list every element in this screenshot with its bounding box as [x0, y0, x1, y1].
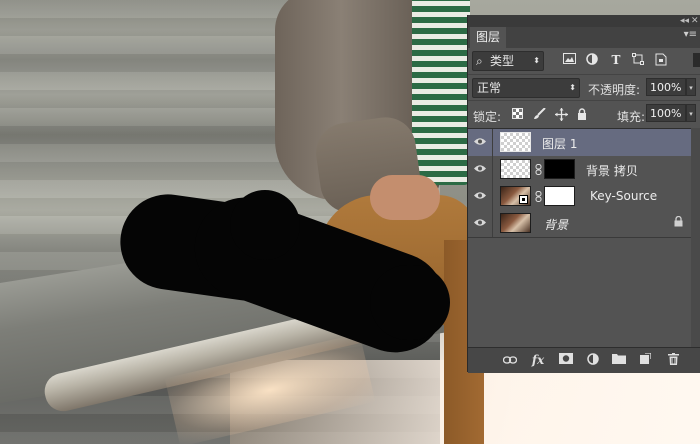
- lock-transparent-icon[interactable]: [510, 108, 524, 121]
- blend-mode-select[interactable]: 正常 ⬍: [472, 78, 580, 98]
- lock-position-icon[interactable]: [554, 108, 568, 121]
- layer-row[interactable]: Key-Source: [468, 183, 691, 211]
- layer-mask-thumbnail[interactable]: [544, 186, 575, 206]
- layers-panel: ◂◂ ✕ 图层 ▾≡ ⌕ 类型 ⬍ T 正常 ⬍ 不透明度: 100% ▾ 锁定…: [467, 15, 700, 373]
- opacity-input[interactable]: 100%: [646, 78, 686, 96]
- trash-icon[interactable]: [665, 353, 681, 367]
- shape-filter-icon[interactable]: [631, 53, 645, 67]
- opacity-dropdown-icon[interactable]: ▾: [686, 78, 696, 96]
- layer-divider: [492, 156, 493, 183]
- lock-icon: [674, 215, 683, 230]
- fill-input[interactable]: 100%: [646, 104, 686, 122]
- layer-name[interactable]: Key-Source: [590, 189, 657, 203]
- filter-kind-label: 类型: [490, 54, 515, 68]
- fill-label: 填充:: [617, 110, 646, 124]
- type-filter-icon[interactable]: T: [609, 53, 623, 67]
- layer-name[interactable]: 图层 1: [542, 135, 577, 152]
- layer-divider: [492, 210, 493, 237]
- filter-row: ⌕ 类型 ⬍ T: [468, 48, 700, 73]
- chevron-updown-icon: ⬍: [569, 83, 576, 92]
- chevron-updown-icon: ⬍: [533, 56, 540, 65]
- black-brush-stroke: [230, 190, 300, 260]
- layer-divider: [492, 183, 493, 210]
- person-hand: [370, 175, 440, 220]
- layer-divider: [492, 129, 493, 156]
- panel-title-bar[interactable]: [468, 15, 700, 27]
- image-filter-icon[interactable]: [562, 53, 576, 67]
- tab-layers[interactable]: 图层: [470, 27, 507, 48]
- visibility-eye-icon[interactable]: [474, 218, 486, 228]
- visibility-eye-icon[interactable]: [474, 164, 486, 174]
- layer-thumbnail[interactable]: [500, 132, 531, 152]
- add-mask-icon[interactable]: [558, 353, 574, 367]
- lock-image-icon[interactable]: [532, 107, 546, 121]
- smart-object-badge-icon: [519, 195, 528, 204]
- opacity-label: 不透明度:: [588, 83, 641, 97]
- layer-name[interactable]: 背景: [544, 216, 568, 233]
- adjustment-layer-icon[interactable]: [585, 353, 601, 367]
- layer-list: 图层 1 背景 拷贝 Key-Source 背景: [468, 128, 700, 239]
- layers-scrollbar[interactable]: [691, 128, 700, 363]
- search-icon: ⌕: [476, 54, 483, 68]
- layer-row[interactable]: 背景: [468, 210, 691, 238]
- layer-name[interactable]: 背景 拷贝: [586, 162, 638, 179]
- new-layer-icon[interactable]: [637, 352, 653, 367]
- layer-thumbnail[interactable]: [500, 186, 531, 206]
- person-striped-tee: [412, 0, 470, 185]
- layer-row[interactable]: 图层 1: [468, 129, 691, 157]
- panel-menu-icon[interactable]: ▾≡: [684, 29, 697, 40]
- close-panel-icon[interactable]: ✕: [691, 15, 699, 27]
- layer-thumbnail[interactable]: [500, 159, 531, 179]
- filter-toggle-switch[interactable]: [693, 53, 700, 67]
- blend-mode-value: 正常: [477, 81, 502, 95]
- lock-all-icon[interactable]: [575, 108, 589, 121]
- group-folder-icon[interactable]: [611, 353, 627, 367]
- layer-thumbnail[interactable]: [500, 213, 531, 233]
- link-layers-icon[interactable]: [502, 353, 518, 367]
- visibility-eye-icon[interactable]: [474, 191, 486, 201]
- layer-row[interactable]: 背景 拷贝: [468, 156, 691, 184]
- collapse-panel-icon[interactable]: ◂◂: [680, 15, 689, 27]
- lock-row: 锁定: 填充: 100% ▾: [468, 100, 700, 127]
- adjustment-filter-icon[interactable]: [585, 53, 599, 67]
- visibility-eye-icon[interactable]: [474, 137, 486, 147]
- lock-label: 锁定:: [473, 110, 502, 124]
- mask-link-icon[interactable]: [534, 164, 542, 176]
- filter-kind-select[interactable]: ⌕ 类型 ⬍: [472, 51, 544, 71]
- smart-object-filter-icon[interactable]: [654, 53, 668, 67]
- blend-row: 正常 ⬍ 不透明度: 100% ▾: [468, 74, 700, 100]
- mask-link-icon[interactable]: [534, 191, 542, 203]
- layer-mask-thumbnail[interactable]: [544, 159, 575, 179]
- fill-dropdown-icon[interactable]: ▾: [686, 104, 696, 122]
- black-brush-stroke: [370, 265, 450, 340]
- layers-footer: fx: [468, 347, 700, 373]
- fx-icon[interactable]: fx: [530, 353, 546, 367]
